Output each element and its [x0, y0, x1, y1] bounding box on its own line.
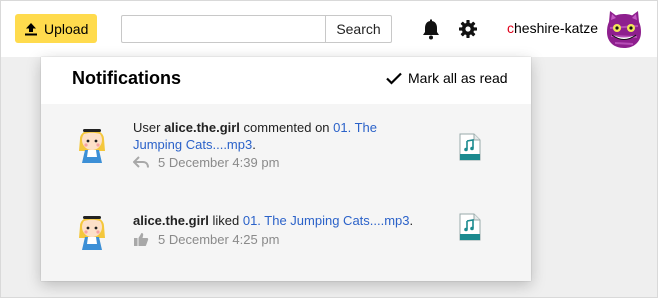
- alice-avatar[interactable]: [75, 121, 109, 165]
- upload-button[interactable]: Upload: [15, 14, 97, 43]
- notification-text: User alice.the.girl commented on 01. The…: [133, 119, 403, 153]
- notification-prefix: User: [133, 120, 165, 135]
- notifications-title: Notifications: [72, 68, 182, 88]
- notification-time: 5 December 4:39 pm: [158, 155, 280, 170]
- notification-suffix: .: [409, 213, 414, 228]
- notification-user: alice.the.girl: [133, 213, 209, 228]
- notification-item[interactable]: User alice.the.girl commented on 01. The…: [41, 104, 531, 192]
- upload-label: Upload: [44, 20, 89, 37]
- notification-meta: 5 December 4:25 pm: [133, 232, 279, 247]
- top-bar: Upload Search cheshire-katze: [1, 1, 657, 57]
- gear-icon[interactable]: [458, 19, 478, 39]
- notifications-panel: Notifications Mark all as read User alic…: [41, 57, 531, 281]
- notification-action: commented on: [239, 120, 334, 135]
- notification-time: 5 December 4:25 pm: [158, 232, 280, 247]
- checkmark-icon: [386, 72, 402, 85]
- username-link[interactable]: cheshire-katze: [507, 20, 598, 36]
- notification-user: alice.the.girl: [164, 120, 240, 135]
- reply-icon: [133, 155, 149, 168]
- alice-avatar[interactable]: [75, 208, 109, 252]
- bell-icon[interactable]: [421, 19, 441, 41]
- notification-target-link[interactable]: 01. The Jumping Cats....mp3: [243, 213, 410, 228]
- notification-item[interactable]: alice.the.girl liked 01. The Jumping Cat…: [41, 192, 531, 280]
- search-button[interactable]: Search: [325, 15, 392, 43]
- mark-all-read-label: Mark all as read: [408, 70, 508, 86]
- audio-file-icon[interactable]: [459, 133, 481, 161]
- notifications-header: Notifications Mark all as read: [41, 57, 531, 104]
- thumbs-up-icon: [134, 233, 149, 246]
- notification-text: alice.the.girl liked 01. The Jumping Cat…: [133, 212, 433, 229]
- mark-all-read-button[interactable]: Mark all as read: [386, 70, 508, 86]
- username-rest: heshire-katze: [514, 20, 599, 36]
- notification-meta: 5 December 4:39 pm: [133, 155, 279, 170]
- audio-file-icon[interactable]: [459, 213, 481, 241]
- user-avatar[interactable]: [601, 10, 647, 50]
- notification-action: liked: [208, 213, 243, 228]
- upload-icon: [25, 22, 37, 35]
- username-initial: c: [507, 20, 514, 36]
- search-input[interactable]: [121, 15, 326, 43]
- notification-suffix: .: [252, 137, 256, 152]
